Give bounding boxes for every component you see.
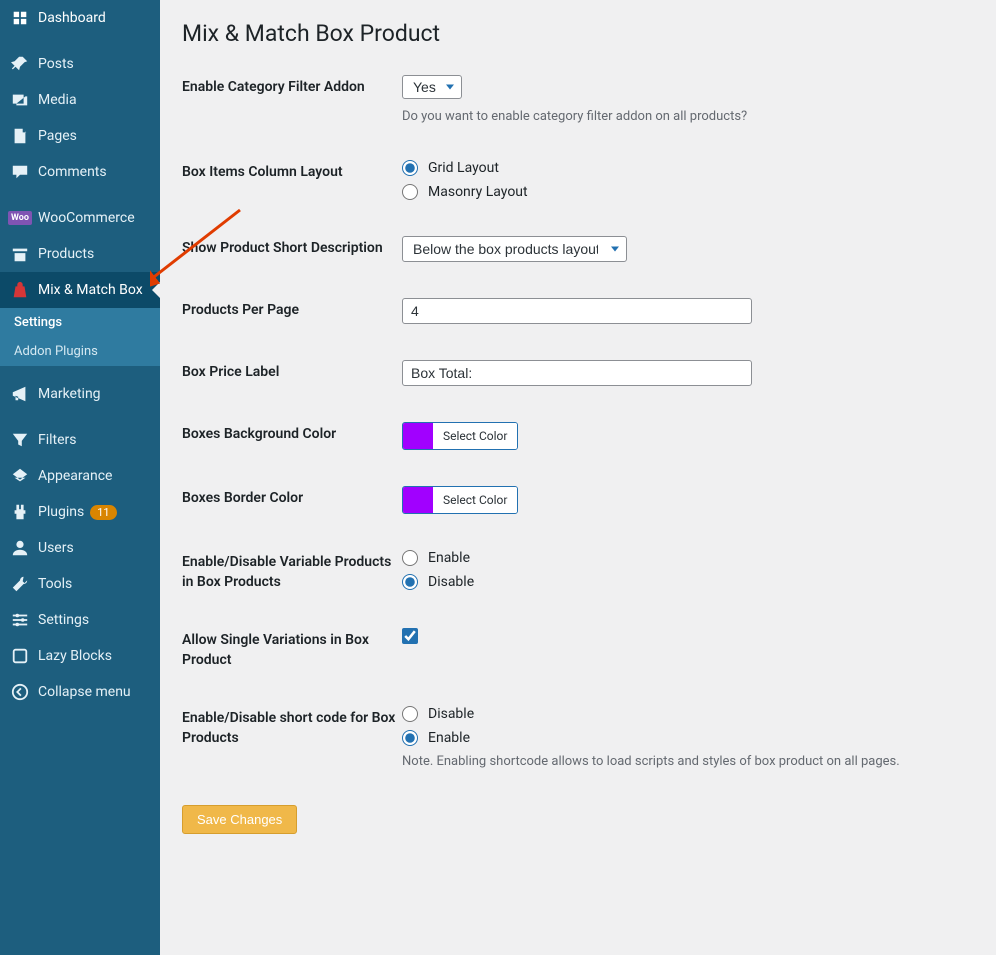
ppp-input[interactable] [402, 298, 752, 324]
border-color-picker[interactable]: Select Color [402, 486, 518, 514]
single-var-checkbox[interactable] [402, 628, 418, 644]
sidebar-item-users[interactable]: Users [0, 530, 160, 566]
label-single-var: Allow Single Variations in Box Product [182, 628, 402, 670]
sidebar-item-label: Plugins [38, 504, 84, 520]
sidebar-item-mixmatch[interactable]: Mix & Match Box [0, 272, 160, 308]
variable-disable-label: Disable [428, 574, 474, 590]
filter-icon [10, 430, 30, 450]
sidebar-item-label: Comments [38, 164, 107, 180]
sidebar-item-pages[interactable]: Pages [0, 118, 160, 154]
woo-icon: Woo [10, 208, 30, 228]
sidebar-sub-settings[interactable]: Settings [0, 308, 160, 337]
sidebar-item-label: Pages [38, 128, 77, 144]
appearance-icon [10, 466, 30, 486]
bg-color-picker[interactable]: Select Color [402, 422, 518, 450]
main-content: Mix & Match Box Product Enable Category … [160, 0, 996, 955]
label-price: Box Price Label [182, 360, 402, 383]
save-button[interactable]: Save Changes [182, 805, 297, 834]
marketing-icon [10, 384, 30, 404]
label-enable-cf: Enable Category Filter Addon [182, 75, 402, 98]
sidebar-item-label: Lazy Blocks [38, 648, 112, 664]
sidebar-item-media[interactable]: Media [0, 82, 160, 118]
sidebar-item-plugins[interactable]: Plugins 11 [0, 494, 160, 530]
users-icon [10, 538, 30, 558]
lazy-icon [10, 646, 30, 666]
variable-enable-label: Enable [428, 550, 470, 566]
sidebar-item-products[interactable]: Products [0, 236, 160, 272]
sidebar-item-label: Collapse menu [38, 684, 131, 700]
sidebar-item-label: Tools [38, 576, 72, 592]
page-title: Mix & Match Box Product [182, 20, 974, 47]
sidebar-item-collapse[interactable]: Collapse menu [0, 674, 160, 710]
plugins-badge: 11 [90, 505, 116, 520]
sidebar-item-label: Filters [38, 432, 77, 448]
shortcode-disable-radio[interactable] [402, 706, 418, 722]
bag-icon [10, 280, 30, 300]
products-icon [10, 244, 30, 264]
variable-enable-radio[interactable] [402, 550, 418, 566]
label-ppp: Products Per Page [182, 298, 402, 321]
sidebar-item-marketing[interactable]: Marketing [0, 376, 160, 412]
pin-icon [10, 54, 30, 74]
collapse-icon [10, 682, 30, 702]
shortcode-enable-radio[interactable] [402, 730, 418, 746]
sidebar-item-comments[interactable]: Comments [0, 154, 160, 190]
sidebar-item-appearance[interactable]: Appearance [0, 458, 160, 494]
bg-color-btn-label: Select Color [433, 423, 517, 449]
layout-masonry-label: Masonry Layout [428, 184, 528, 200]
media-icon [10, 90, 30, 110]
label-bg-color: Boxes Background Color [182, 422, 402, 445]
enable-cf-select[interactable]: Yes [402, 75, 462, 99]
layout-grid-label: Grid Layout [428, 160, 499, 176]
sidebar-item-lazyblocks[interactable]: Lazy Blocks [0, 638, 160, 674]
price-label-input[interactable] [402, 360, 752, 386]
short-desc-select[interactable]: Below the box products layout [402, 236, 627, 262]
comment-icon [10, 162, 30, 182]
sidebar-sub-addon[interactable]: Addon Plugins [0, 337, 160, 366]
sidebar-item-dashboard[interactable]: Dashboard [0, 0, 160, 36]
page-icon [10, 126, 30, 146]
sidebar-item-label: Marketing [38, 386, 101, 402]
tools-icon [10, 574, 30, 594]
sidebar-item-label: Dashboard [38, 10, 106, 26]
layout-grid-radio[interactable] [402, 160, 418, 176]
border-color-swatch [403, 487, 433, 513]
admin-sidebar: Dashboard Posts Media Pages Comments Woo… [0, 0, 160, 955]
sidebar-item-posts[interactable]: Posts [0, 46, 160, 82]
layout-masonry-radio[interactable] [402, 184, 418, 200]
sidebar-item-label: Appearance [38, 468, 112, 484]
sidebar-item-settings[interactable]: Settings [0, 602, 160, 638]
dashboard-icon [10, 8, 30, 28]
sidebar-item-filters[interactable]: Filters [0, 422, 160, 458]
variable-disable-radio[interactable] [402, 574, 418, 590]
sidebar-item-label: Posts [38, 56, 74, 72]
sidebar-item-label: Settings [38, 612, 89, 628]
shortcode-note: Note. Enabling shortcode allows to load … [402, 754, 974, 769]
label-variable: Enable/Disable Variable Products in Box … [182, 550, 402, 592]
sidebar-item-tools[interactable]: Tools [0, 566, 160, 602]
sidebar-item-label: Products [38, 246, 94, 262]
plugin-icon [10, 502, 30, 522]
label-shortcode: Enable/Disable short code for Box Produc… [182, 706, 402, 748]
enable-cf-desc: Do you want to enable category filter ad… [402, 109, 974, 124]
sidebar-item-woocommerce[interactable]: Woo WooCommerce [0, 200, 160, 236]
settings-icon [10, 610, 30, 630]
shortcode-disable-label: Disable [428, 706, 474, 722]
sidebar-item-label: Mix & Match Box [38, 282, 143, 298]
sidebar-item-label: Media [38, 92, 77, 108]
bg-color-swatch [403, 423, 433, 449]
label-layout: Box Items Column Layout [182, 160, 402, 183]
label-border-color: Boxes Border Color [182, 486, 402, 509]
border-color-btn-label: Select Color [433, 487, 517, 513]
sidebar-item-label: Users [38, 540, 74, 556]
shortcode-enable-label: Enable [428, 730, 470, 746]
label-short-desc: Show Product Short Description [182, 236, 402, 259]
sidebar-item-label: WooCommerce [38, 210, 135, 226]
